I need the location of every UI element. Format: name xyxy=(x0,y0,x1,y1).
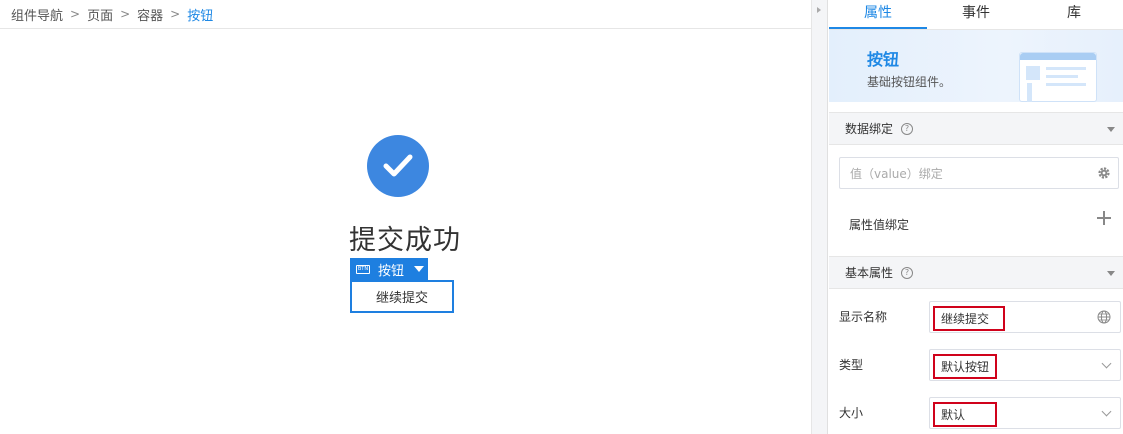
chevron-down-icon xyxy=(1101,358,1112,369)
btn-icon: BTN xyxy=(356,264,370,274)
help-icon[interactable]: ? xyxy=(901,122,914,135)
breadcrumb-item-page[interactable]: 页面 xyxy=(87,5,113,24)
type-value: 默认按钮 xyxy=(933,354,997,379)
section-basic-props[interactable]: 基本属性 ? xyxy=(829,256,1123,289)
value-binding-placeholder: 值（value）绑定 xyxy=(850,166,943,181)
panel-tabs: 属性 事件 库 xyxy=(829,0,1123,30)
breadcrumb-item-nav[interactable]: 组件导航 xyxy=(11,5,63,24)
continue-submit-label: 继续提交 xyxy=(375,291,428,306)
caret-down-icon[interactable] xyxy=(414,266,425,272)
breadcrumb-separator-icon: > xyxy=(70,7,81,21)
continue-submit-button[interactable]: 继续提交 xyxy=(350,280,454,313)
display-name-label: 显示名称 xyxy=(839,310,888,324)
success-title: 提交成功 xyxy=(349,225,461,256)
display-name-field[interactable]: 继续提交 xyxy=(929,301,1121,333)
caret-down-icon[interactable] xyxy=(1107,127,1115,132)
component-tag[interactable]: BTN 按钮 xyxy=(350,258,428,280)
panel-collapse-handle[interactable] xyxy=(811,0,828,434)
attr-bind-label: 属性值绑定 xyxy=(849,218,910,232)
tab-properties[interactable]: 属性 xyxy=(829,0,927,30)
banner-description: 基础按钮组件。 xyxy=(867,75,952,89)
section-data-binding-title: 数据绑定 xyxy=(845,122,894,136)
breadcrumb-separator-icon: > xyxy=(120,7,131,21)
design-canvas[interactable]: 提交成功 BTN 按钮 继续提交 xyxy=(0,30,811,434)
type-select[interactable]: 默认按钮 xyxy=(929,349,1121,381)
banner-title: 按钮 xyxy=(867,50,900,69)
plus-icon[interactable] xyxy=(1097,211,1111,225)
globe-icon[interactable] xyxy=(1097,310,1111,324)
size-value: 默认 xyxy=(933,402,997,427)
gear-icon[interactable] xyxy=(1097,166,1111,180)
size-label: 大小 xyxy=(839,406,864,420)
tab-library[interactable]: 库 xyxy=(1025,0,1123,29)
banner-illustration-icon xyxy=(1019,52,1097,102)
value-binding-input[interactable]: 值（value）绑定 xyxy=(839,157,1119,189)
chevron-down-icon xyxy=(1101,406,1112,417)
breadcrumb-item-button[interactable]: 按钮 xyxy=(187,5,213,24)
display-name-value: 继续提交 xyxy=(933,306,1005,331)
property-panel: 属性 事件 库 按钮 基础按钮组件。 数据绑定 ? 值（value）绑定 属性值… xyxy=(829,0,1123,434)
help-icon[interactable]: ? xyxy=(901,266,914,279)
section-basic-props-title: 基本属性 xyxy=(845,266,894,280)
breadcrumb-item-container[interactable]: 容器 xyxy=(137,5,163,24)
breadcrumb: 组件导航 > 页面 > 容器 > 按钮 xyxy=(0,0,811,29)
section-data-binding[interactable]: 数据绑定 ? xyxy=(829,112,1123,145)
type-label: 类型 xyxy=(839,358,864,372)
component-tag-label: 按钮 xyxy=(378,263,405,279)
check-icon xyxy=(367,135,429,197)
app-root: 组件导航 > 页面 > 容器 > 按钮 提交成功 BTN 按钮 继续提交 属性 … xyxy=(0,0,1123,434)
component-banner: 按钮 基础按钮组件。 xyxy=(829,30,1123,102)
tab-events[interactable]: 事件 xyxy=(927,0,1025,29)
chevron-right-icon xyxy=(817,7,821,13)
caret-down-icon[interactable] xyxy=(1107,271,1115,276)
size-select[interactable]: 默认 xyxy=(929,397,1121,429)
breadcrumb-separator-icon: > xyxy=(170,7,181,21)
